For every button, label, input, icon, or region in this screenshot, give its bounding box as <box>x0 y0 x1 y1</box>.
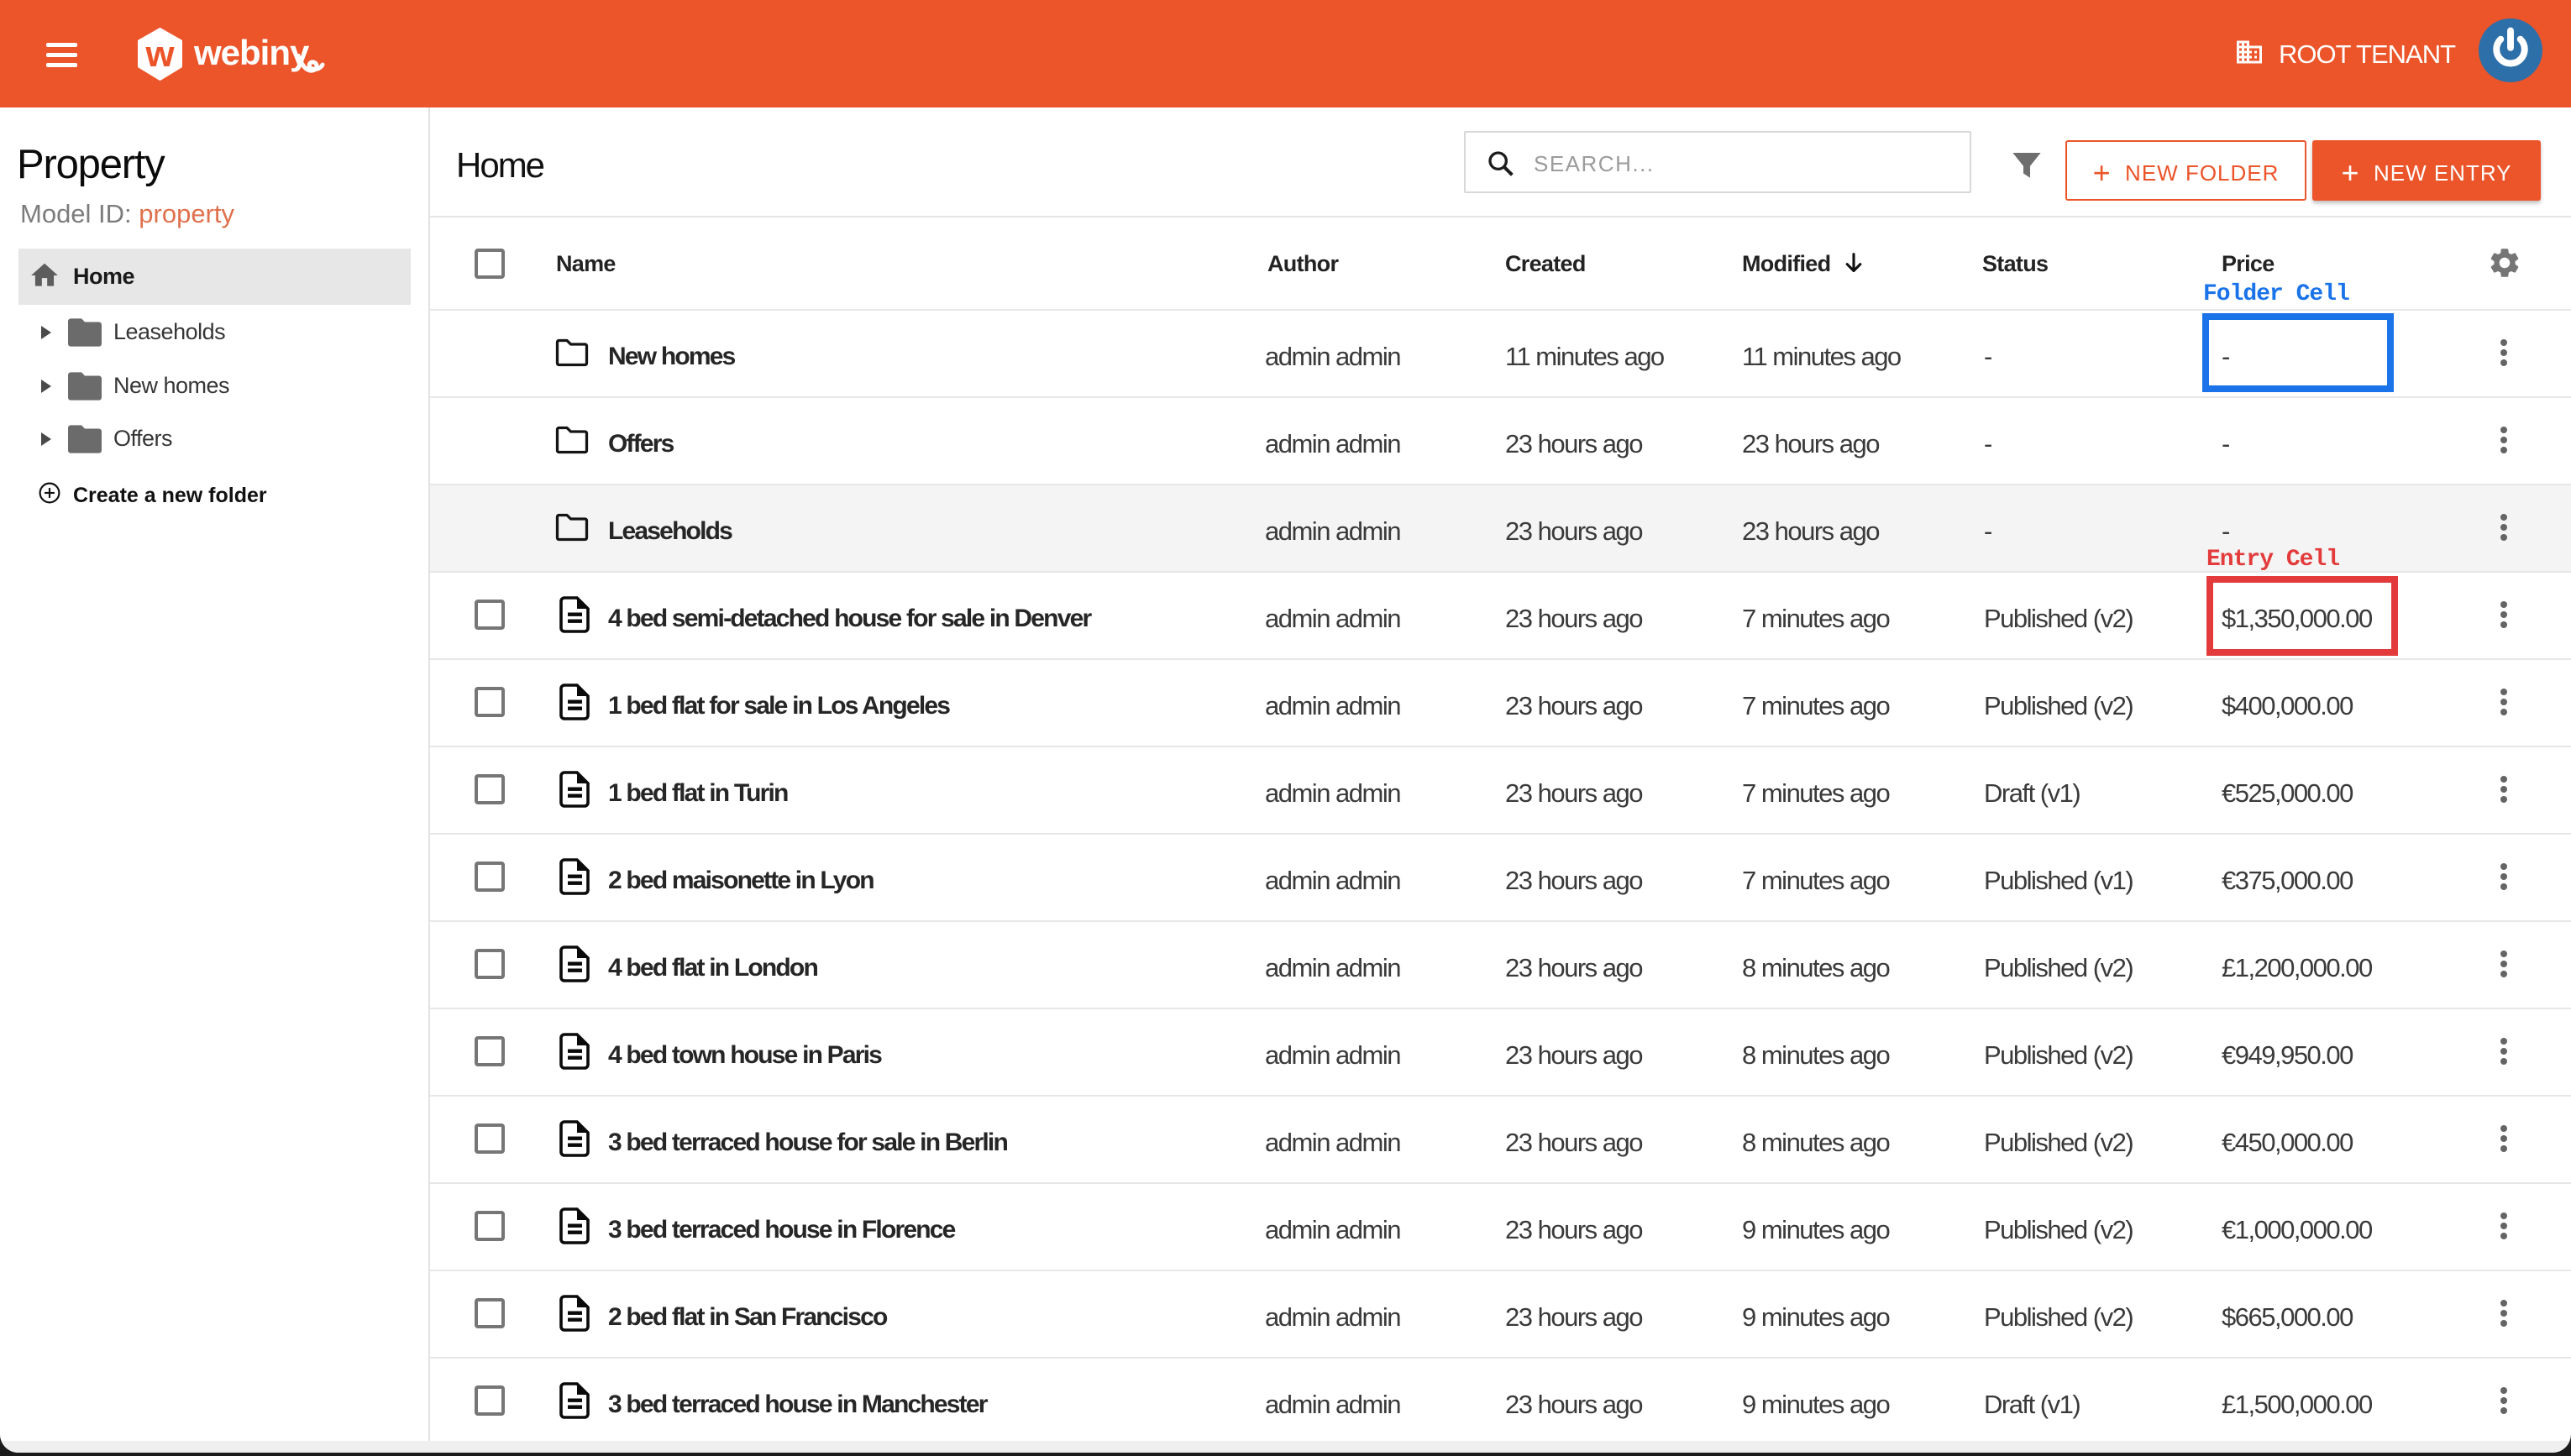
svg-text:w: w <box>144 34 175 75</box>
